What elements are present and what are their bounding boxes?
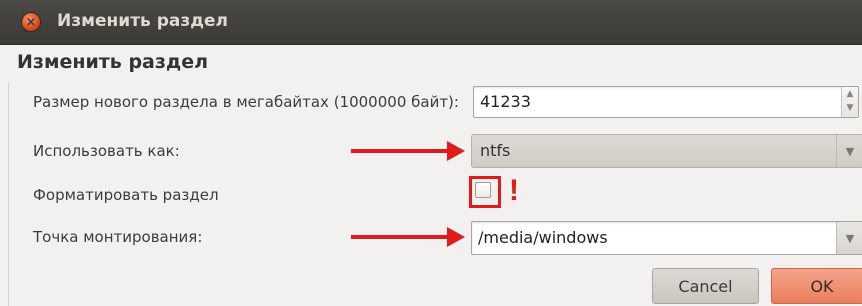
mount-label: Точка монтирования:: [33, 228, 203, 246]
use-as-label: Использовать как:: [33, 142, 180, 160]
spin-arrows[interactable]: ▲ ▼: [841, 87, 858, 117]
spin-down-icon[interactable]: ▼: [842, 101, 858, 115]
title-bar: × Изменить раздел: [0, 0, 862, 45]
chevron-down-icon[interactable]: ▼: [836, 222, 862, 254]
dialog-heading: Изменить раздел: [17, 51, 209, 73]
use-as-value: ntfs: [480, 141, 511, 160]
format-label: Форматировать раздел: [33, 186, 219, 204]
annotation-arrow-mount: [351, 227, 465, 247]
mount-value: /media/windows: [478, 228, 608, 247]
spin-up-icon[interactable]: ▲: [842, 87, 858, 101]
size-label: Размер нового раздела в мегабайтах (1000…: [33, 93, 459, 111]
mount-point-combo-entry[interactable]: /media/windows ▼: [471, 221, 862, 255]
dialog-content: Размер нового раздела в мегабайтах (1000…: [8, 82, 862, 306]
dialog-header: Изменить раздел: [0, 45, 862, 81]
window-title: Изменить раздел: [57, 11, 228, 31]
annotation-arrow-use-as: [351, 141, 465, 161]
size-spinbutton[interactable]: 41233 ▲ ▼: [473, 86, 859, 118]
ok-button[interactable]: OK: [771, 268, 862, 304]
size-value: 41233: [480, 92, 531, 111]
use-as-combobox[interactable]: ntfs ▼: [471, 134, 862, 168]
annotation-exclamation: !: [509, 174, 519, 207]
chevron-down-icon[interactable]: ▼: [836, 135, 862, 167]
close-icon[interactable]: ×: [22, 13, 40, 31]
cancel-button[interactable]: Cancel: [652, 268, 759, 304]
format-checkbox[interactable]: [475, 182, 491, 198]
